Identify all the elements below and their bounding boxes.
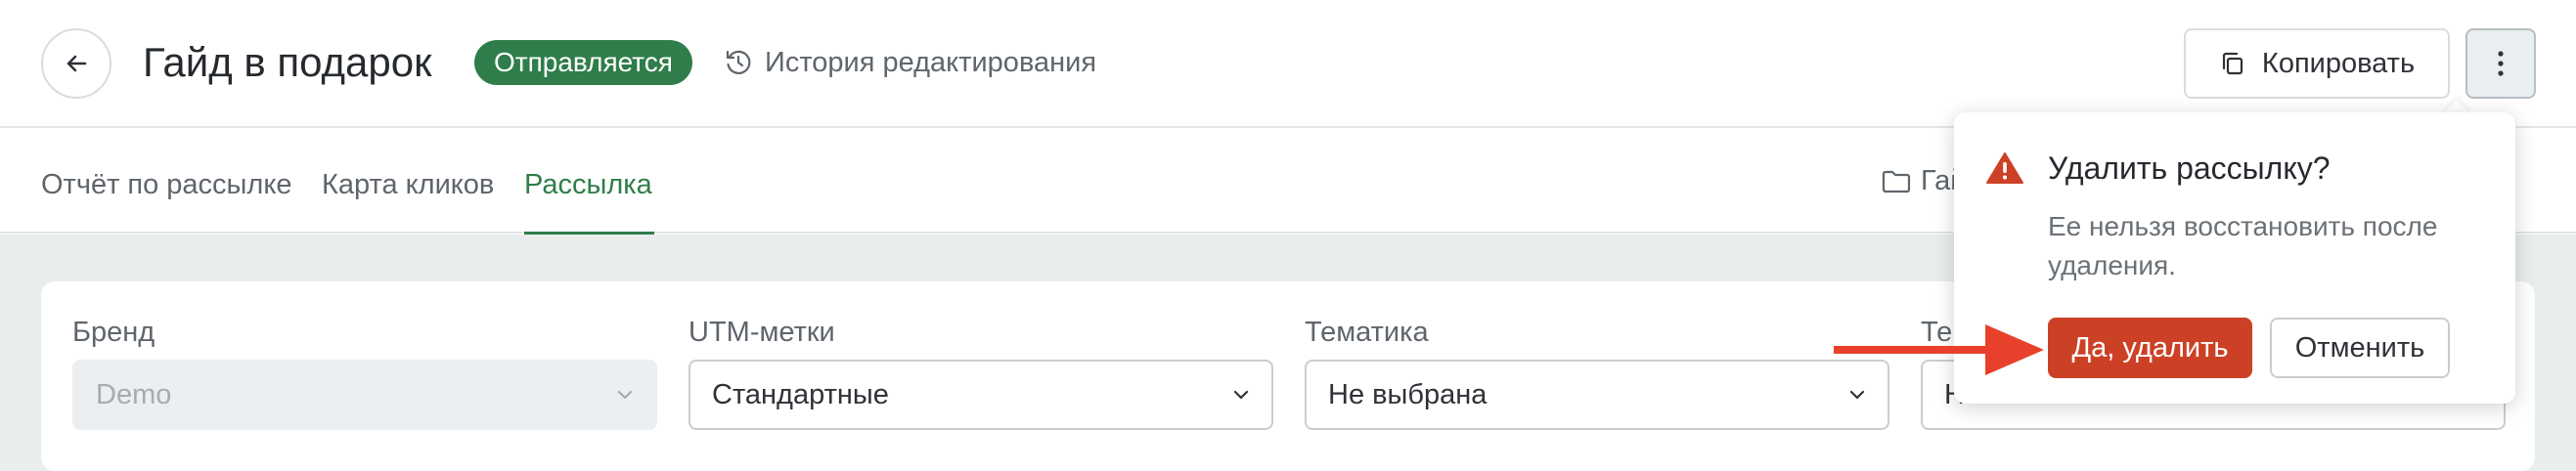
brand-value: Demo [96,378,172,410]
chevron-down-icon [1849,390,1865,400]
tab-mailing[interactable]: Рассылка [524,165,652,204]
folder-icon [1882,170,1911,193]
history-link-label: История редактирования [765,47,1097,78]
history-icon [726,50,751,74]
utm-value: Стандартные [712,378,889,410]
status-badge: Отправляется [474,40,692,85]
page-header: Гайд в подарок Отправляется История реда… [0,0,2576,128]
copy-icon [2222,52,2243,75]
annotation-arrow [1834,324,2044,375]
popover-text: Ее нельзя восстановить после удаления. [2048,211,2438,280]
brand-select[interactable]: Demo [72,360,657,430]
utm-select[interactable]: Стандартные [688,360,1273,430]
tab-report[interactable]: Отчёт по рассылке [41,165,291,204]
copy-button-label: Копировать [2261,47,2416,79]
topic-select[interactable]: Не выбрана [1305,360,1889,430]
chevron-down-icon [1233,390,1249,400]
more-actions-button[interactable] [2465,28,2536,99]
brand-label: Бренд [72,317,155,348]
copy-button[interactable]: Копировать [2184,28,2450,99]
chevron-down-icon [617,390,633,400]
confirm-delete-button[interactable]: Да, удалить [2048,318,2252,378]
arrow-left-icon [67,55,87,72]
popover-title: Удалить рассылку? [2048,150,2331,186]
warning-icon [1986,152,2023,184]
cancel-button[interactable]: Отменить [2270,318,2450,378]
topic-value: Не выбрана [1328,378,1488,410]
topic-label: Тематика [1305,317,1429,348]
utm-label: UTM-метки [688,317,835,348]
history-link[interactable]: История редактирования [724,43,1096,82]
more-vertical-icon [2498,51,2504,76]
page-title: Гайд в подарок [143,39,432,85]
back-button[interactable] [41,28,111,99]
tab-click-map[interactable]: Карта кликов [322,165,494,204]
